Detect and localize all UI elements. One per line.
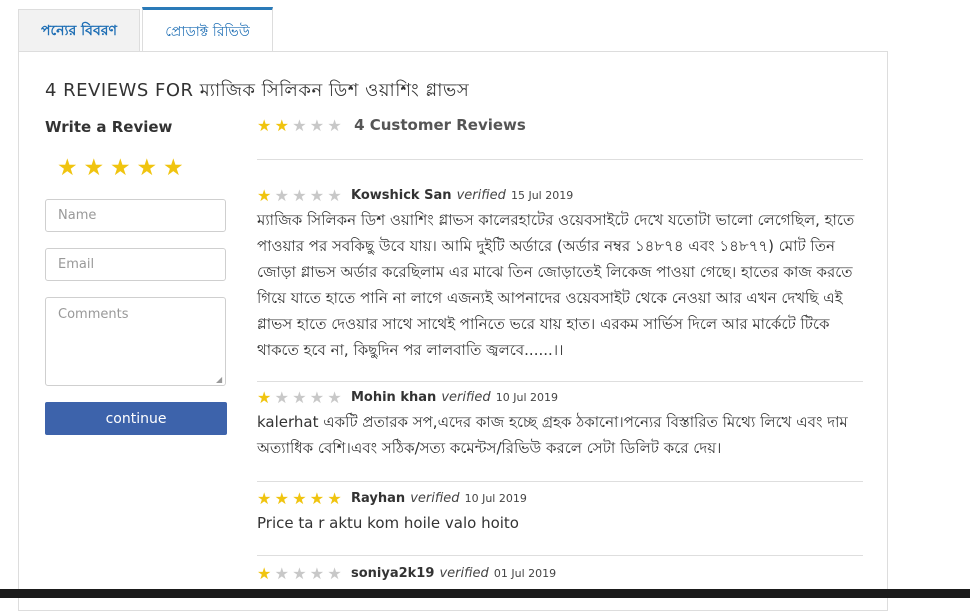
- review-item: ★ ★ ★ ★ ★ Rayhan verified 10 Jul 2019 Price t…: [257, 489, 867, 536]
- rating-input-stars[interactable]: ★ ★ ★ ★ ★: [57, 156, 190, 180]
- star-icon: ★: [257, 564, 272, 583]
- star-icon[interactable]: ★: [137, 156, 164, 180]
- star-icon[interactable]: ★: [163, 156, 190, 180]
- star-icon: ★: [292, 116, 307, 135]
- star-icon: ★: [292, 388, 307, 407]
- divider: [257, 381, 863, 382]
- average-rating-stars: ★ ★ ★ ★ ★: [257, 116, 345, 135]
- star-icon: ★: [292, 564, 307, 583]
- review-rating-stars: ★ ★ ★ ★ ★: [257, 564, 345, 583]
- tab-product-review[interactable]: প্রোডাক্ট রিভিউ: [142, 7, 273, 51]
- review-author: Mohin khan: [350, 390, 437, 405]
- review-item: ★ ★ ★ ★ ★ Kowshick San verified 15 Jul 2019 ম…: [257, 186, 867, 363]
- review-rating-stars: ★ ★ ★ ★ ★: [257, 388, 345, 407]
- star-icon: ★: [327, 564, 342, 583]
- taskbar: [0, 589, 970, 598]
- review-rating-stars: ★ ★ ★ ★ ★: [257, 186, 345, 205]
- review-summary: ★ ★ ★ ★ ★ 4 Customer Reviews: [257, 116, 526, 140]
- review-author: Rayhan: [350, 491, 406, 506]
- tab-product-details[interactable]: পন্যের বিবরণ: [18, 9, 140, 51]
- resize-handle-icon[interactable]: ◢: [216, 376, 224, 384]
- star-icon: ★: [274, 564, 289, 583]
- review-text: kalerhat একটি প্রতারক সপ,এদের কাজ হচ্ছে …: [257, 413, 848, 457]
- review-item: ★ ★ ★ ★ ★ Mohin khan verified 10 Jul 2019 kal…: [257, 388, 867, 461]
- star-icon[interactable]: ★: [84, 156, 111, 180]
- star-icon: ★: [292, 489, 307, 508]
- review-text: Price ta r aktu kom hoile valo hoito: [257, 514, 519, 532]
- star-icon: ★: [327, 116, 342, 135]
- page-title: 4 REVIEWS FOR ম্যাজিক সিলিকন ডিশ ওয়াশিং…: [45, 80, 470, 101]
- star-icon: ★: [257, 388, 272, 407]
- star-icon: ★: [274, 116, 289, 135]
- star-icon: ★: [309, 564, 325, 583]
- write-review-title: Write a Review: [45, 118, 173, 136]
- review-text: ম্যাজিক সিলিকন ডিশ ওয়াশিং গ্লাভস কালেরহ…: [257, 211, 855, 359]
- customer-reviews-count: 4 Customer Reviews: [354, 116, 526, 134]
- divider: [257, 159, 863, 160]
- divider: [257, 555, 863, 556]
- star-icon[interactable]: ★: [110, 156, 137, 180]
- star-icon: ★: [292, 186, 307, 205]
- star-icon: ★: [309, 186, 325, 205]
- verified-label: verified: [410, 491, 460, 506]
- star-icon: ★: [309, 489, 325, 508]
- star-icon: ★: [274, 388, 289, 407]
- verified-label: verified: [441, 390, 491, 405]
- star-icon: ★: [274, 186, 289, 205]
- star-icon: ★: [257, 489, 272, 508]
- continue-button[interactable]: continue: [45, 402, 227, 435]
- star-icon: ★: [327, 186, 342, 205]
- name-input[interactable]: [45, 199, 226, 232]
- star-icon: ★: [309, 116, 325, 135]
- star-icon: ★: [327, 489, 342, 508]
- verified-label: verified: [439, 566, 489, 581]
- star-icon[interactable]: ★: [57, 156, 84, 180]
- review-item: ★ ★ ★ ★ ★ soniya2k19 verified 01 Jul 2019: [257, 564, 867, 585]
- review-author: soniya2k19: [350, 566, 435, 581]
- verified-label: verified: [456, 188, 506, 203]
- review-date: 10 Jul 2019: [495, 391, 559, 404]
- comments-textarea[interactable]: [45, 297, 226, 386]
- review-date: 01 Jul 2019: [493, 567, 557, 580]
- divider: [257, 481, 863, 482]
- product-tabs: পন্যের বিবরণ প্রোডাক্ট রিভিউ: [18, 7, 888, 51]
- reviews-panel: 4 REVIEWS FOR ম্যাজিক সিলিকন ডিশ ওয়াশিং…: [18, 51, 888, 611]
- email-input[interactable]: [45, 248, 226, 281]
- review-author: Kowshick San: [350, 188, 452, 203]
- star-icon: ★: [257, 186, 272, 205]
- star-icon: ★: [327, 388, 342, 407]
- star-icon: ★: [274, 489, 289, 508]
- star-icon: ★: [309, 388, 325, 407]
- star-icon: ★: [257, 116, 272, 135]
- review-date: 10 Jul 2019: [464, 492, 527, 505]
- review-date: 15 Jul 2019: [510, 189, 574, 202]
- review-rating-stars: ★ ★ ★ ★ ★: [257, 489, 345, 508]
